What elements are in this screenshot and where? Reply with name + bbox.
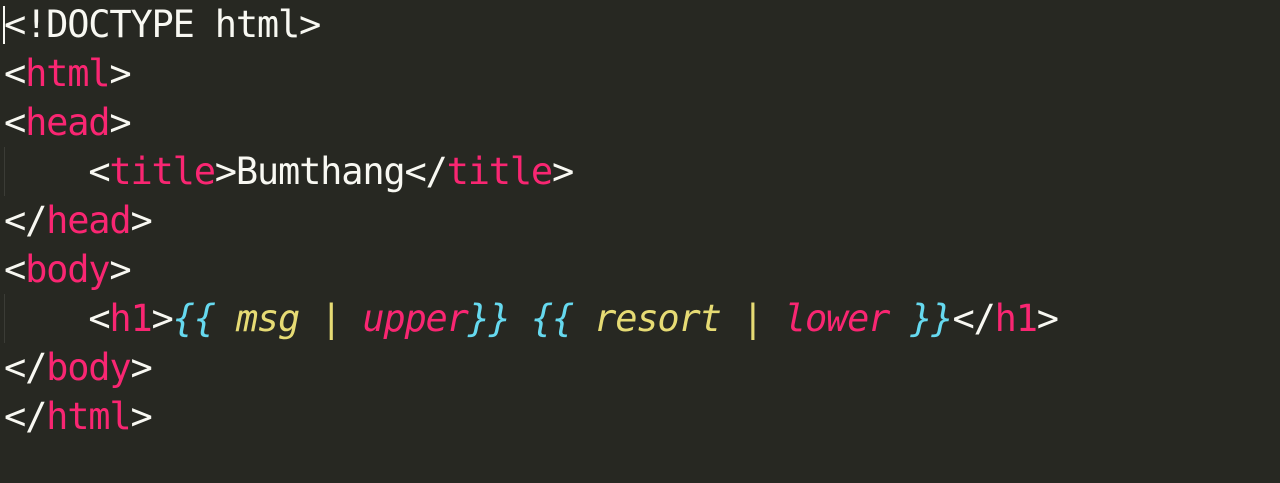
filter-pipe: |	[320, 297, 342, 340]
filter-pipe: |	[741, 297, 764, 340]
tag-bracket: >	[1036, 297, 1059, 340]
template-brace-close: }}	[467, 297, 511, 340]
tag-bracket: >	[151, 297, 174, 340]
tag-bracket: >	[109, 52, 131, 95]
tag-name: html	[25, 52, 111, 95]
code-editor[interactable]: <!DOCTYPE html> <html> <head> <title>Bum…	[0, 0, 1280, 483]
tag-bracket: >	[552, 150, 574, 193]
tag-bracket: <	[4, 101, 26, 144]
tag-name: title	[446, 150, 554, 193]
code-line-2[interactable]: <html>	[4, 49, 132, 98]
tag-bracket: <	[4, 52, 26, 95]
tag-bracket: </	[4, 199, 47, 242]
tag-bracket: >	[130, 395, 152, 438]
code-line-4[interactable]: <title>Bumthang</title>	[4, 147, 574, 196]
code-line-7[interactable]: <h1>{{ msg | upper}} {{ resort | lower }…	[4, 294, 1059, 343]
tag-name: head	[25, 101, 111, 144]
tag-bracket: <	[88, 297, 110, 340]
tag-bracket: >	[130, 346, 152, 389]
template-brace-open: {{	[172, 297, 216, 340]
title-text: Bumthang	[235, 150, 406, 193]
template-brace-close: }}	[910, 297, 953, 340]
tag-bracket: >	[214, 150, 237, 193]
code-line-3[interactable]: <head>	[4, 98, 132, 147]
tag-bracket: >	[109, 248, 131, 291]
template-brace-open: {{	[530, 297, 574, 340]
tag-bracket: >	[130, 199, 152, 242]
tag-bracket: </	[4, 346, 47, 389]
code-line-9[interactable]: </html>	[4, 392, 153, 441]
template-filter: upper	[341, 297, 469, 340]
tag-bracket: </	[404, 150, 447, 193]
tag-name: h1	[109, 297, 152, 340]
tag-name: body	[25, 248, 111, 291]
indentation	[4, 150, 88, 193]
code-line-6[interactable]: <body>	[4, 245, 132, 294]
tag-bracket: <	[88, 150, 110, 193]
tag-name: html	[46, 395, 132, 438]
doctype-declaration: <!DOCTYPE html>	[4, 3, 321, 46]
tag-name: head	[46, 199, 132, 242]
tag-bracket: >	[109, 101, 131, 144]
indentation	[4, 297, 88, 340]
code-line-1[interactable]: <!DOCTYPE html>	[4, 0, 321, 49]
tag-name: body	[46, 346, 132, 389]
code-line-8[interactable]: </body>	[4, 343, 153, 392]
template-variable: resort	[573, 297, 742, 340]
tag-bracket: </	[952, 297, 995, 340]
tag-name: h1	[994, 297, 1038, 340]
code-line-5[interactable]: </head>	[4, 196, 153, 245]
template-filter: lower	[762, 297, 911, 340]
template-variable: msg	[214, 297, 321, 340]
tag-bracket: <	[4, 248, 26, 291]
tag-name: title	[109, 150, 216, 193]
tag-bracket: </	[4, 395, 47, 438]
